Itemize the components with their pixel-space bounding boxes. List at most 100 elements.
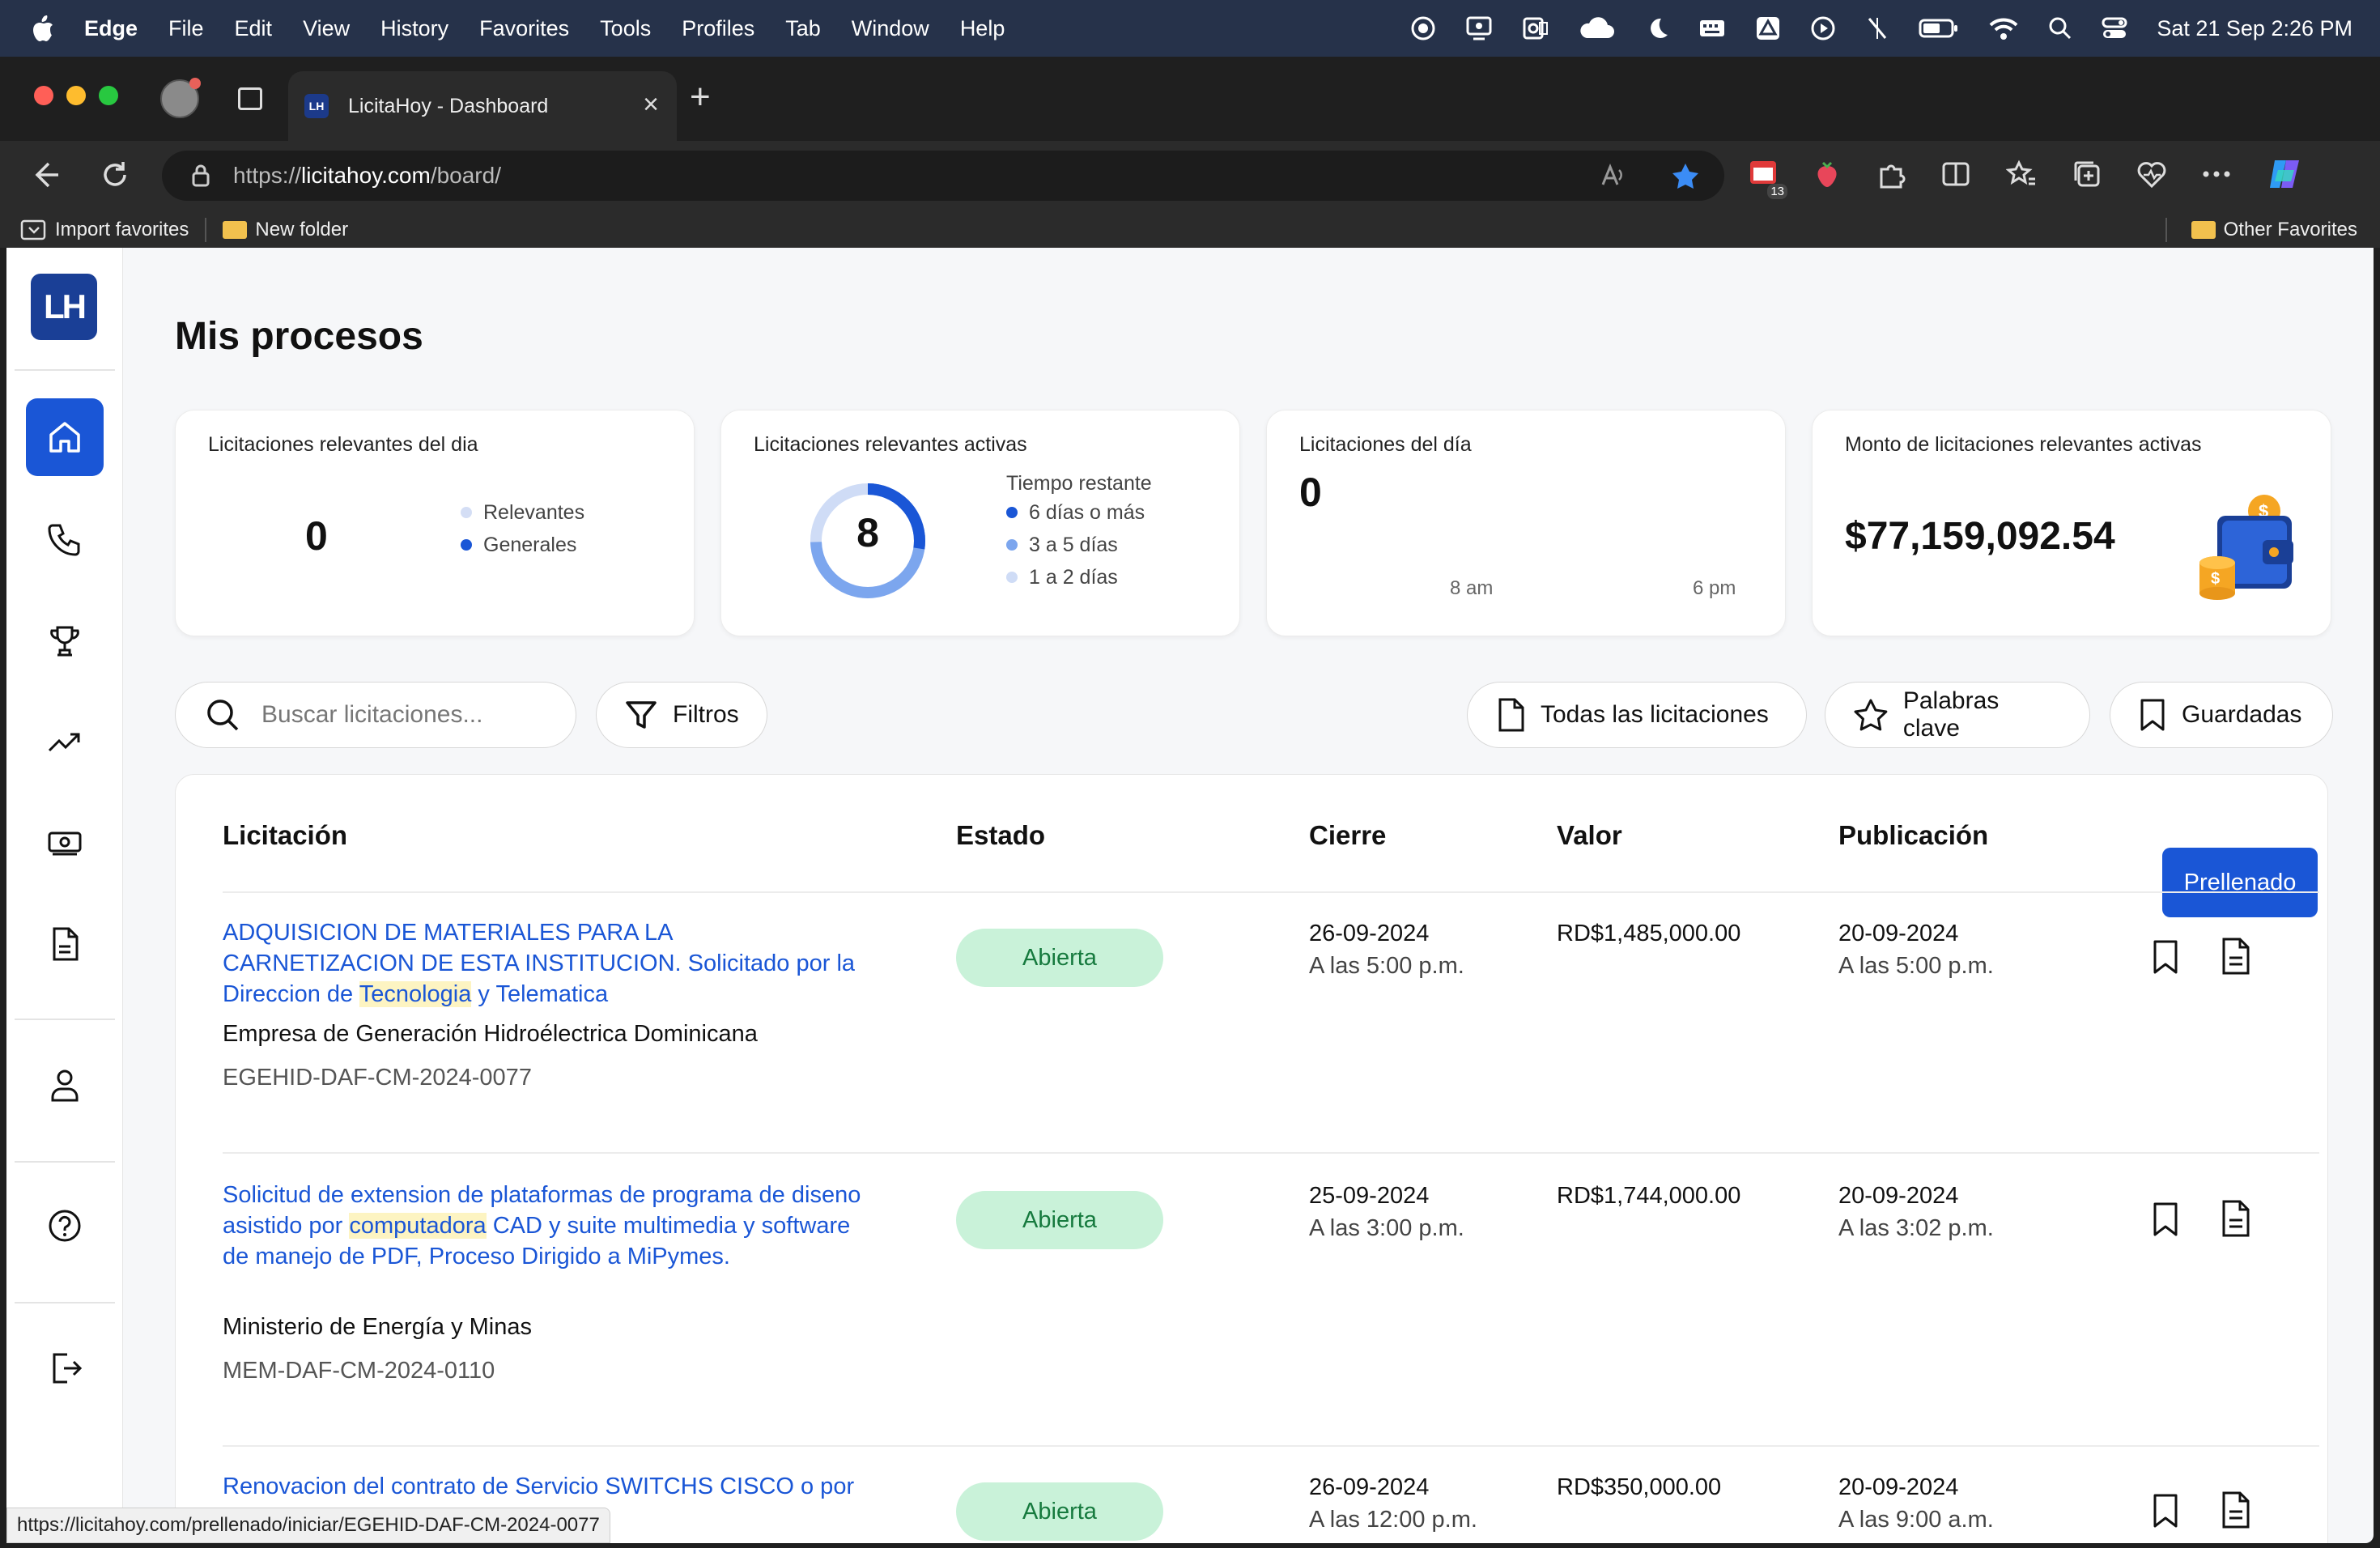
new-tab-button[interactable]: + <box>690 79 711 115</box>
sidebar-item-payments[interactable] <box>26 805 104 882</box>
menu-help[interactable]: Help <box>960 16 1005 41</box>
sidebar-item-home[interactable] <box>26 398 104 476</box>
more-menu-icon[interactable] <box>2202 170 2231 178</box>
menu-history[interactable]: History <box>380 16 448 41</box>
filters-button[interactable]: Filtros <box>596 682 767 748</box>
sidebar-item-awards[interactable] <box>26 602 104 680</box>
extensions-puzzle-icon[interactable] <box>1876 159 1906 189</box>
cloud-icon[interactable] <box>1579 15 1616 41</box>
prellenado-button[interactable]: Prellenado <box>2162 848 2318 917</box>
import-favorites-link[interactable]: Import favorites <box>19 218 189 242</box>
extension-calendar[interactable]: 13 <box>1749 158 1787 199</box>
menu-app-name[interactable]: Edge <box>84 16 138 41</box>
prefill-document-icon[interactable] <box>2221 937 2251 976</box>
new-folder-link[interactable]: New folder <box>223 219 348 241</box>
favorite-star-icon[interactable] <box>1671 162 1700 189</box>
keywords-button[interactable]: Palabras clave <box>1825 682 2090 748</box>
browser-essentials-icon[interactable] <box>2137 160 2166 188</box>
column-header-publication[interactable]: Publicación <box>1838 820 1988 851</box>
search-input[interactable]: Buscar licitaciones... <box>175 682 576 748</box>
refresh-icon[interactable] <box>100 159 130 191</box>
wifi-icon[interactable] <box>1988 16 2019 40</box>
control-center-icon[interactable] <box>2102 16 2127 40</box>
apple-icon[interactable] <box>31 14 55 43</box>
sidebar-item-logout[interactable] <box>26 1329 104 1407</box>
tender-value: RD$1,485,000.00 <box>1557 921 1741 946</box>
split-screen-icon[interactable] <box>1941 161 1970 187</box>
copilot-icon[interactable] <box>2267 155 2304 193</box>
keyboard-icon[interactable] <box>1698 16 1726 40</box>
menubar-datetime[interactable]: Sat 21 Sep 2:26 PM <box>2157 16 2352 41</box>
tender-entity: Empresa de Generación Hidroélectrica Dom… <box>223 1021 758 1047</box>
column-header-tender[interactable]: Licitación <box>223 820 347 851</box>
tender-title-link[interactable]: ADQUISICION DE MATERIALES PARA LA CARNET… <box>223 917 862 1010</box>
bookmark-icon[interactable] <box>2151 938 2180 976</box>
bluetooth-off-icon[interactable] <box>1865 15 1889 41</box>
document-icon <box>53 927 79 961</box>
column-header-value[interactable]: Valor <box>1557 820 1622 851</box>
search-icon <box>207 700 239 731</box>
menu-file[interactable]: File <box>168 16 204 41</box>
money-icon <box>48 831 82 856</box>
menu-tab[interactable]: Tab <box>785 16 821 41</box>
profile-avatar[interactable] <box>160 78 201 118</box>
extension-badge: 13 <box>1767 183 1787 199</box>
moon-icon[interactable] <box>1645 15 1669 41</box>
trending-up-icon <box>48 733 80 752</box>
tender-title-link[interactable]: Solicitud de extension de plataformas de… <box>223 1180 862 1272</box>
battery-icon[interactable] <box>1919 17 1959 40</box>
all-tenders-button[interactable]: Todas las licitaciones <box>1467 682 1807 748</box>
close-window-button[interactable] <box>34 86 53 105</box>
tab-strip: LH LicitaHoy - Dashboard × + <box>0 57 2380 141</box>
close-tab-icon[interactable]: × <box>643 91 659 118</box>
card-value: 0 <box>305 513 328 559</box>
other-favorites-link[interactable]: Other Favorites <box>2165 218 2357 242</box>
sidebar-item-documents[interactable] <box>26 905 104 983</box>
publication-date: 20-09-2024 A las 5:00 p.m. <box>1838 921 1994 979</box>
menu-window[interactable]: Window <box>852 16 929 41</box>
favorites-list-icon[interactable] <box>2006 159 2037 189</box>
sidebar-item-help[interactable] <box>26 1187 104 1265</box>
calendar-extension-icon[interactable] <box>1749 158 1778 187</box>
maximize-window-button[interactable] <box>99 86 118 105</box>
card-legend: Relevantes Generales <box>461 496 584 561</box>
record-icon[interactable] <box>1410 15 1436 41</box>
app-logo[interactable]: LH <box>31 274 97 340</box>
filter-icon <box>626 701 657 729</box>
spotlight-search-icon[interactable] <box>2048 16 2072 40</box>
drive-icon[interactable] <box>1755 15 1781 41</box>
tender-value: RD$1,744,000.00 <box>1557 1183 1741 1209</box>
sidebar-item-contact[interactable] <box>26 500 104 578</box>
outlook-icon[interactable] <box>1522 15 1549 41</box>
read-aloud-icon[interactable] <box>1600 162 1627 189</box>
minimize-window-button[interactable] <box>66 86 86 105</box>
play-circle-icon[interactable] <box>1810 15 1836 41</box>
row-divider <box>223 1152 2319 1154</box>
bookmark-icon[interactable] <box>2151 1201 2180 1238</box>
menu-edit[interactable]: Edit <box>235 16 273 41</box>
tab-actions-icon[interactable] <box>238 87 262 110</box>
svg-text:$: $ <box>2211 570 2220 588</box>
column-header-status[interactable]: Estado <box>956 820 1045 851</box>
prefill-document-icon[interactable] <box>2221 1491 2251 1529</box>
column-header-close[interactable]: Cierre <box>1309 820 1386 851</box>
menu-tools[interactable]: Tools <box>600 16 651 41</box>
address-bar[interactable]: https://licitahoy.com/board/ <box>162 151 1724 201</box>
sidebar-item-trends[interactable] <box>26 703 104 780</box>
url-text[interactable]: https://licitahoy.com/board/ <box>233 163 501 189</box>
menu-view[interactable]: View <box>303 16 350 41</box>
back-arrow-icon[interactable] <box>32 159 62 191</box>
prefill-document-icon[interactable] <box>2221 1199 2251 1238</box>
bookmark-icon[interactable] <box>2151 1492 2180 1529</box>
screen-share-icon[interactable] <box>1465 15 1493 41</box>
tab-active[interactable]: LH LicitaHoy - Dashboard × <box>288 71 677 141</box>
row-divider <box>223 891 2319 893</box>
status-badge: Abierta <box>956 1482 1163 1541</box>
strawberry-extension-icon[interactable] <box>1813 159 1841 189</box>
menu-favorites[interactable]: Favorites <box>479 16 569 41</box>
saved-button[interactable]: Guardadas <box>2110 682 2333 748</box>
sidebar-item-profile[interactable] <box>26 1046 104 1124</box>
lock-icon[interactable] <box>191 164 210 188</box>
collections-icon[interactable] <box>2072 159 2102 189</box>
menu-profiles[interactable]: Profiles <box>682 16 754 41</box>
